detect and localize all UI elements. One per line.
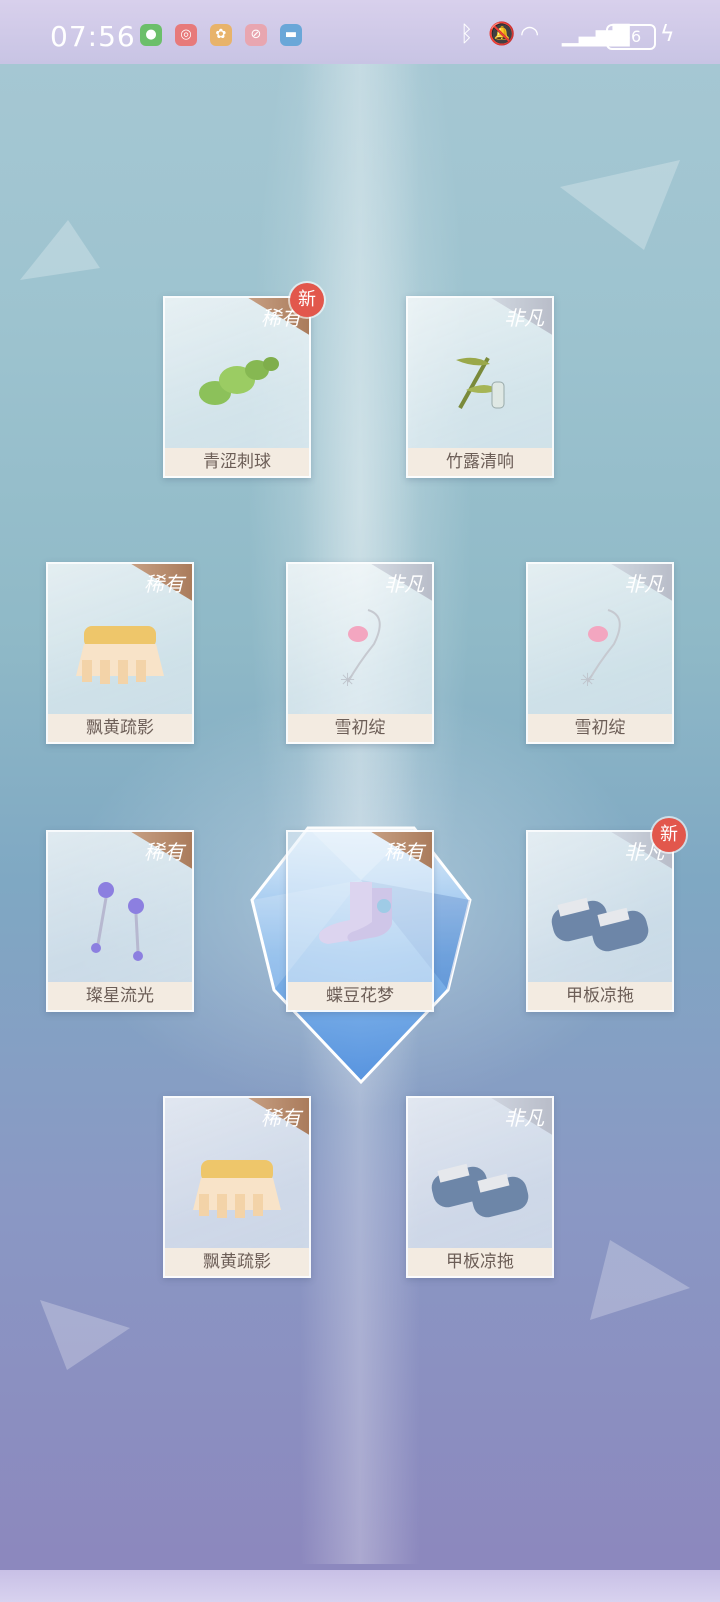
reward-card[interactable]: ✳ 非凡 雪初绽: [526, 562, 674, 744]
navigation-bar: [0, 1570, 720, 1602]
item-name: 青涩刺球: [165, 448, 309, 476]
status-bar: 07:56 ● ◎ ✿ ⊘ ▬ ᛒ 🔕 ◠ ▁▃▅▇ 56 ϟ: [0, 0, 720, 64]
rarity-label: 稀有: [144, 572, 184, 596]
item-name: 竹露清响: [408, 448, 552, 476]
game-pet-icon: ✿: [210, 24, 232, 46]
mute-bell-icon: 🔕: [488, 22, 516, 47]
item-name: 飘黄疏影: [165, 1248, 309, 1276]
rarity-label: 稀有: [261, 1106, 301, 1130]
charging-icon: ϟ: [660, 22, 675, 47]
message-icon: ●: [140, 24, 162, 46]
item-name: 甲板凉拖: [408, 1248, 552, 1276]
status-time: 07:56: [50, 20, 136, 53]
rarity-label: 稀有: [384, 840, 424, 864]
item-name: 蝶豆花梦: [288, 982, 432, 1010]
battery-indicator: 56: [606, 24, 656, 50]
pink-app-icon: ⊘: [245, 24, 267, 46]
svg-text:✳: ✳: [580, 670, 595, 691]
rarity-label: 非凡: [384, 572, 424, 596]
reward-card[interactable]: 稀有 蝶豆花梦: [286, 830, 434, 1012]
rarity-label: 非凡: [504, 306, 544, 330]
reward-card[interactable]: 稀有 飘黄疏影: [163, 1096, 311, 1278]
crystal-shard: [20, 220, 100, 280]
svg-text:✳: ✳: [340, 670, 355, 691]
reward-card[interactable]: 稀有 青涩刺球: [163, 296, 311, 478]
item-name: 雪初绽: [528, 714, 672, 742]
reward-card[interactable]: 非凡 甲板凉拖: [526, 830, 674, 1012]
rarity-label: 非凡: [504, 1106, 544, 1130]
bluetooth-icon: ᛒ: [460, 22, 474, 47]
reward-card[interactable]: 稀有 飘黄疏影: [46, 562, 194, 744]
crystal-shard: [560, 160, 680, 250]
wifi-icon: ◠: [520, 22, 540, 47]
new-badge: 新: [652, 818, 686, 852]
item-name: 雪初绽: [288, 714, 432, 742]
rarity-label: 稀有: [144, 840, 184, 864]
crystal-shard: [590, 1240, 690, 1320]
rarity-label: 非凡: [624, 572, 664, 596]
reward-card[interactable]: ✳ 非凡 雪初绽: [286, 562, 434, 744]
crystal-shard: [40, 1300, 130, 1370]
reward-card[interactable]: 非凡 竹露清响: [406, 296, 554, 478]
chat-bubble-icon: ▬: [280, 24, 302, 46]
reward-card[interactable]: 稀有 璨星流光: [46, 830, 194, 1012]
reward-card[interactable]: 非凡 甲板凉拖: [406, 1096, 554, 1278]
netease-cloud-music-icon: ◎: [175, 24, 197, 46]
item-name: 璨星流光: [48, 982, 192, 1010]
new-badge: 新: [290, 283, 324, 317]
item-name: 飘黄疏影: [48, 714, 192, 742]
item-name: 甲板凉拖: [528, 982, 672, 1010]
